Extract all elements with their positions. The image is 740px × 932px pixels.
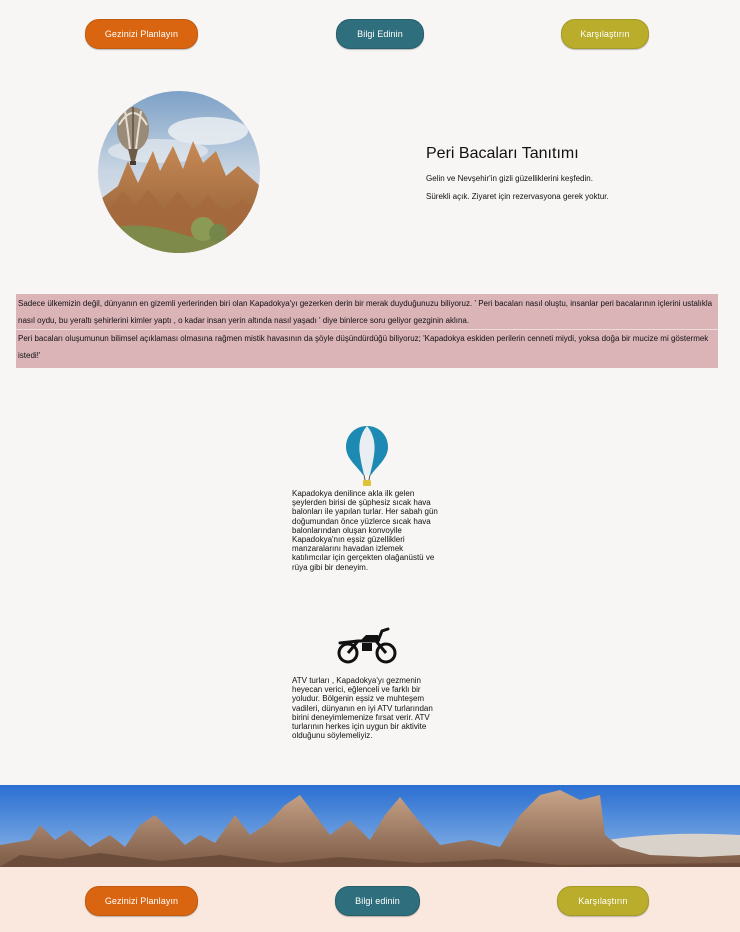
intro-paragraph-1: Sadece ülkemizin değil, dünyanın en gize… [18,299,713,325]
compare-label: Karşılaştırın [580,29,630,39]
footer-compare-button[interactable]: Karşılaştırın [557,886,649,916]
hot-air-balloon-icon [345,425,389,492]
get-info-button[interactable]: Bilgi Edinin [336,19,424,49]
footer-get-info-button[interactable]: Bilgi edinin [335,886,420,916]
balloon-tour-text: Kapadokya denilince akla ilk gelen şeyle… [292,489,438,572]
plan-trip-button[interactable]: Gezinizi Planlayın [85,19,198,49]
atv-icon [336,625,398,670]
footer-plan-trip-label: Gezinizi Planlayın [104,896,179,906]
hero-tagline: Gelin ve Nevşehir'in gizli güzelliklerin… [426,174,593,183]
footer-plan-trip-button[interactable]: Gezinizi Planlayın [85,886,198,916]
footer-get-info-label: Bilgi edinin [355,896,400,906]
page-title: Peri Bacaları Tanıtımı [426,145,579,162]
intro-paragraph-2: Peri bacaları oluşumunun bilimsel açıkla… [18,334,709,360]
atv-tour-text: ATV turları , Kapadokya'yı gezmenin heye… [292,676,433,741]
hero-opening-info: Sürekli açık. Ziyaret için rezervasyona … [426,192,609,201]
compare-button[interactable]: Karşılaştırın [561,19,649,49]
cappadocia-landscape-image [0,785,740,867]
intro-section: Sadece ülkemizin değil, dünyanın en gize… [16,294,718,368]
plan-trip-label: Gezinizi Planlayın [104,29,179,39]
footer-compare-label: Karşılaştırın [578,896,628,906]
hero-image [98,91,260,253]
get-info-label: Bilgi Edinin [357,29,403,39]
